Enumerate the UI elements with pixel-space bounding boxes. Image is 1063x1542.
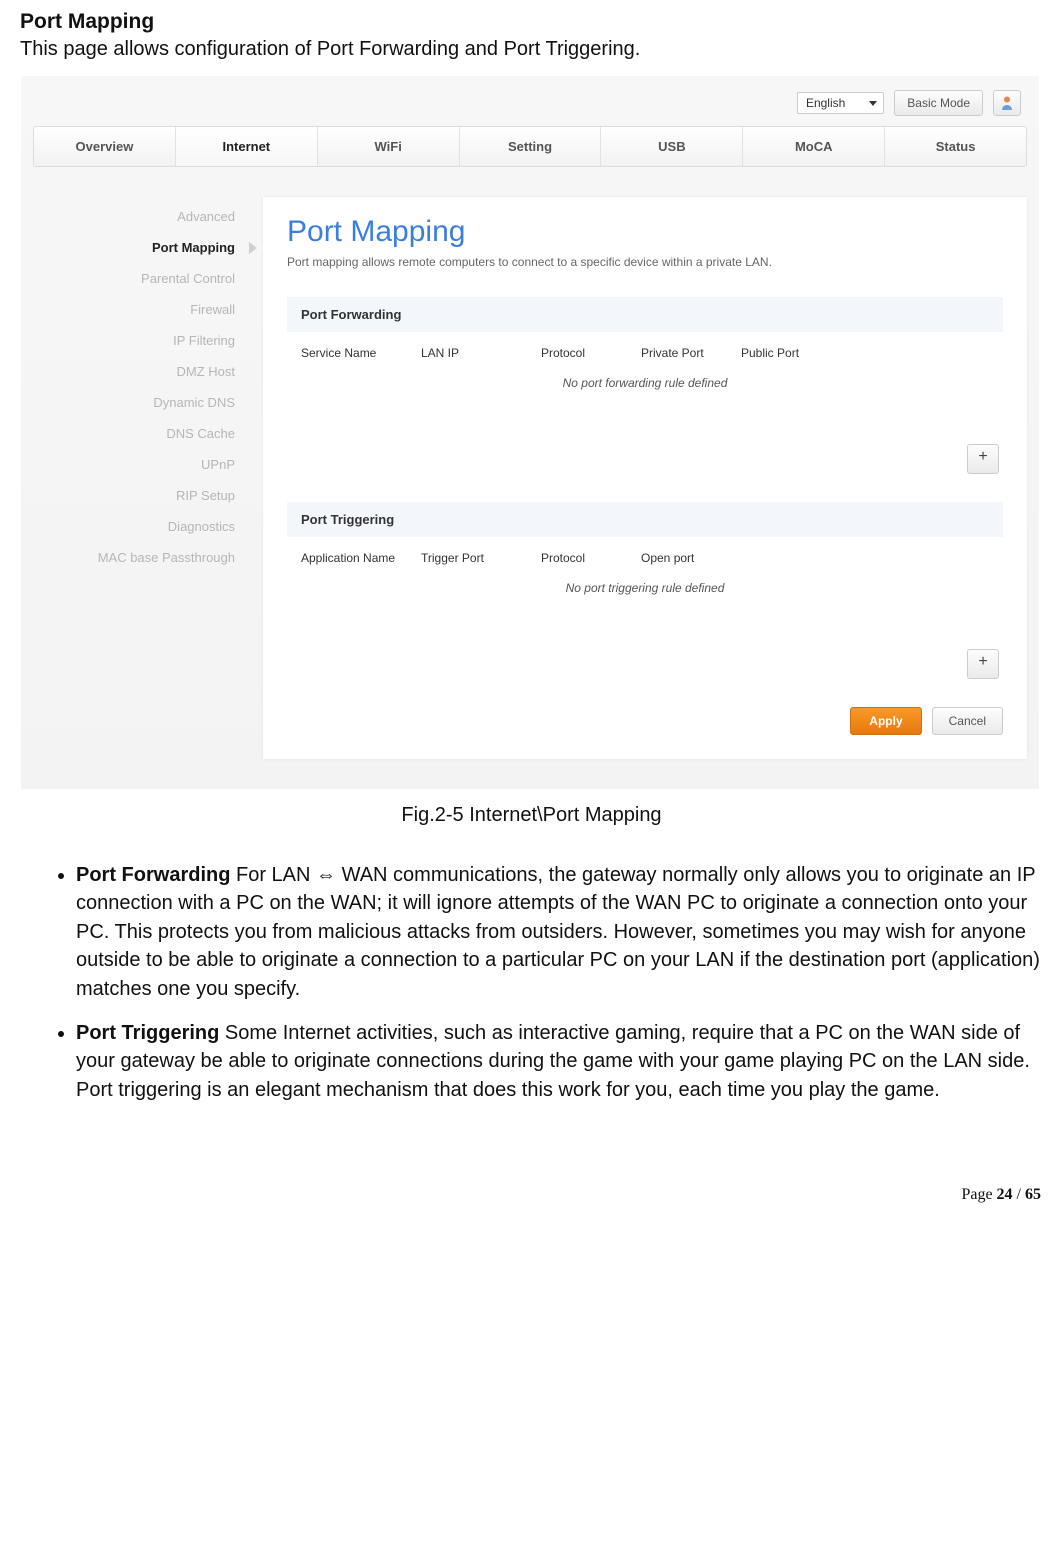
sidebar-item-dns-cache[interactable]: DNS Cache: [33, 418, 243, 449]
col-private-port: Private Port: [641, 346, 731, 360]
col-public-port: Public Port: [741, 346, 831, 360]
sidebar-item-advanced[interactable]: Advanced: [33, 201, 243, 232]
port-triggering-empty: No port triggering rule defined: [287, 571, 1003, 645]
nav-overview[interactable]: Overview: [34, 127, 176, 166]
footer-page-current: 24: [997, 1186, 1013, 1203]
col-open-port: Open port: [641, 551, 731, 565]
sidebar-item-rip-setup[interactable]: RIP Setup: [33, 480, 243, 511]
form-actions: Apply Cancel: [287, 707, 1003, 735]
bullet-lead: Port Triggering: [76, 1022, 225, 1044]
page-title: Port Mapping: [287, 215, 1003, 249]
col-protocol-2: Protocol: [541, 551, 631, 565]
cancel-button[interactable]: Cancel: [932, 707, 1003, 735]
nav-status[interactable]: Status: [885, 127, 1026, 166]
bullet-port-forwarding: Port Forwarding For LAN ⇔ WAN communicat…: [76, 861, 1043, 1003]
col-application-name: Application Name: [301, 551, 411, 565]
router-admin-screenshot: English Basic Mode Overview Internet WiF…: [20, 75, 1040, 790]
nav-wifi[interactable]: WiFi: [318, 127, 460, 166]
user-icon: [1000, 95, 1014, 111]
sidebar-item-mac-passthrough[interactable]: MAC base Passthrough: [33, 542, 243, 573]
sidebar: Advanced Port Mapping Parental Control F…: [33, 197, 243, 759]
chevron-down-icon: [869, 101, 877, 106]
section-subtitle: This page allows configuration of Port F…: [20, 38, 1043, 61]
language-select[interactable]: English: [797, 92, 884, 114]
nav-usb[interactable]: USB: [601, 127, 743, 166]
basic-mode-button[interactable]: Basic Mode: [894, 90, 983, 116]
sidebar-item-dynamic-dns[interactable]: Dynamic DNS: [33, 387, 243, 418]
user-account-button[interactable]: [993, 90, 1021, 116]
plus-icon: +: [978, 448, 987, 465]
page-footer: Page 24 / 65: [0, 1160, 1063, 1214]
sidebar-item-port-mapping[interactable]: Port Mapping: [33, 232, 243, 263]
sidebar-item-diagnostics[interactable]: Diagnostics: [33, 511, 243, 542]
language-value: English: [806, 96, 845, 110]
figure-caption: Fig.2-5 Internet\Port Mapping: [20, 804, 1043, 827]
col-service-name: Service Name: [301, 346, 411, 360]
nav-setting[interactable]: Setting: [460, 127, 602, 166]
page-description: Port mapping allows remote computers to …: [287, 255, 1003, 269]
main-nav: Overview Internet WiFi Setting USB MoCA …: [33, 126, 1027, 167]
nav-internet[interactable]: Internet: [176, 127, 318, 166]
sidebar-item-parental-control[interactable]: Parental Control: [33, 263, 243, 294]
footer-sep: /: [1013, 1186, 1025, 1203]
col-trigger-port: Trigger Port: [421, 551, 531, 565]
main-panel: Port Mapping Port mapping allows remote …: [263, 197, 1027, 759]
bullet-port-triggering: Port Triggering Some Internet activities…: [76, 1019, 1043, 1104]
port-forwarding-panel: Port Forwarding Service Name LAN IP Prot…: [287, 297, 1003, 474]
nav-moca[interactable]: MoCA: [743, 127, 885, 166]
sidebar-item-dmz-host[interactable]: DMZ Host: [33, 356, 243, 387]
port-triggering-panel: Port Triggering Application Name Trigger…: [287, 502, 1003, 679]
plus-icon: +: [978, 653, 987, 670]
port-forwarding-empty: No port forwarding rule defined: [287, 366, 1003, 440]
add-port-triggering-button[interactable]: +: [967, 649, 999, 679]
top-bar: English Basic Mode: [21, 76, 1039, 126]
port-triggering-columns: Application Name Trigger Port Protocol O…: [287, 537, 1003, 571]
footer-page-total: 65: [1025, 1186, 1041, 1203]
col-protocol: Protocol: [541, 346, 631, 360]
col-lan-ip: LAN IP: [421, 346, 531, 360]
port-forwarding-heading: Port Forwarding: [287, 297, 1003, 332]
sidebar-item-firewall[interactable]: Firewall: [33, 294, 243, 325]
section-title: Port Mapping: [20, 10, 1043, 34]
sidebar-item-upnp[interactable]: UPnP: [33, 449, 243, 480]
port-triggering-heading: Port Triggering: [287, 502, 1003, 537]
footer-prefix: Page: [961, 1186, 996, 1203]
description-list: Port Forwarding For LAN ⇔ WAN communicat…: [20, 861, 1043, 1104]
add-port-forwarding-button[interactable]: +: [967, 444, 999, 474]
port-forwarding-columns: Service Name LAN IP Protocol Private Por…: [287, 332, 1003, 366]
sidebar-item-ip-filtering[interactable]: IP Filtering: [33, 325, 243, 356]
bullet-lead: Port Forwarding: [76, 864, 236, 886]
apply-button[interactable]: Apply: [850, 707, 921, 735]
